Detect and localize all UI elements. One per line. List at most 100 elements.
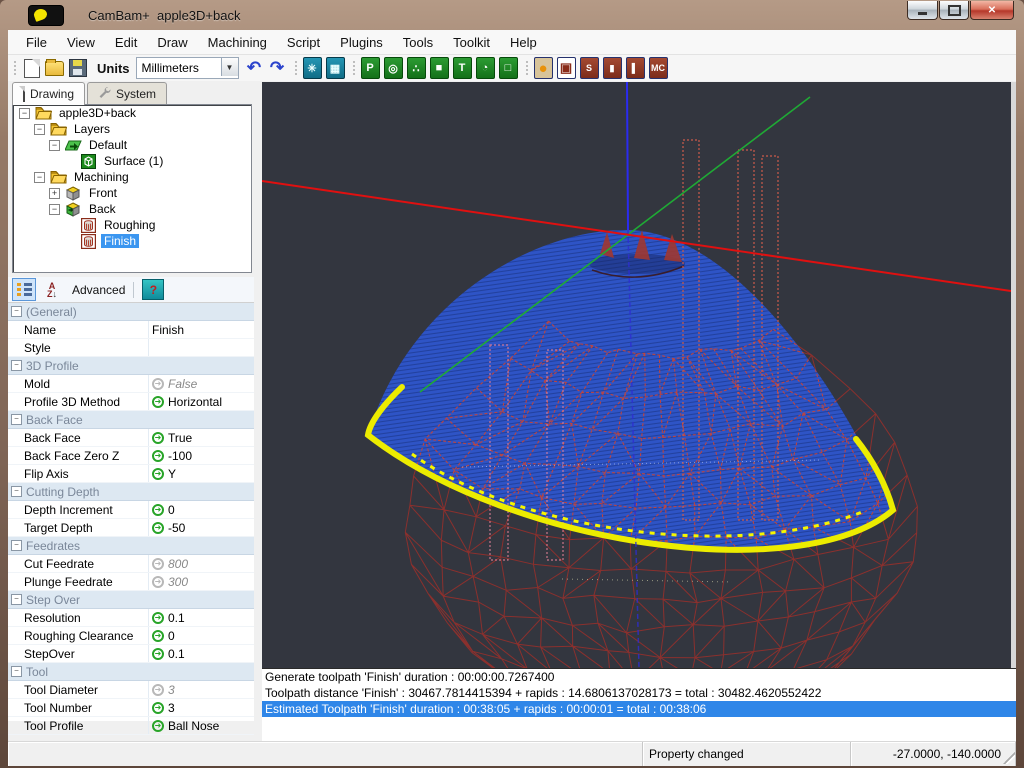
menu-item-draw[interactable]: Draw (147, 32, 197, 53)
collapse-icon[interactable]: − (11, 360, 22, 371)
property-category-3d-profile[interactable]: −3D Profile (8, 357, 254, 375)
property-value-cell[interactable]: Finish (148, 321, 254, 338)
draw-rectangle-button[interactable]: ■ (429, 58, 450, 79)
draw-pointlist-button[interactable]: ∴ (406, 58, 427, 79)
expander-minus-icon[interactable]: − (34, 172, 45, 183)
close-button[interactable]: ✕ (970, 1, 1014, 20)
property-row-back-face[interactable]: Back Face➜True (8, 429, 254, 447)
property-value-cell[interactable]: ➜300 (148, 573, 254, 590)
toolbar-grip[interactable] (351, 59, 356, 77)
menu-item-plugins[interactable]: Plugins (330, 32, 393, 53)
collapse-icon[interactable]: − (11, 306, 22, 317)
tree-item-apple3d-back[interactable]: −apple3D+back (13, 105, 251, 121)
property-value-cell[interactable]: ➜0.1 (148, 609, 254, 626)
property-value-cell[interactable]: ➜800 (148, 555, 254, 572)
toggle-grid-button[interactable]: ▦ (325, 58, 346, 79)
property-row-stepover[interactable]: StepOver➜0.1 (8, 645, 254, 663)
property-value-cell[interactable]: ➜False (148, 375, 254, 392)
collapse-icon[interactable]: − (11, 486, 22, 497)
mop-script-button[interactable]: MC (648, 58, 669, 79)
open-file-button[interactable] (44, 58, 65, 79)
property-category-cutting-depth[interactable]: −Cutting Depth (8, 483, 254, 501)
alphabetical-sort-button[interactable]: AZ↓ (40, 278, 64, 301)
tab-system[interactable]: System (87, 82, 167, 104)
toggle-axes-button[interactable]: ✳ (302, 58, 323, 79)
expander-minus-icon[interactable]: − (34, 124, 45, 135)
draw-text-button[interactable]: T (452, 58, 473, 79)
property-value-cell[interactable]: ➜0 (148, 627, 254, 644)
menu-item-tools[interactable]: Tools (393, 32, 443, 53)
new-file-button[interactable] (21, 58, 42, 79)
maximize-button[interactable] (939, 1, 969, 20)
property-value-cell[interactable]: ➜3 (148, 681, 254, 698)
property-value-cell[interactable]: ➜-100 (148, 447, 254, 464)
menu-item-edit[interactable]: Edit (105, 32, 147, 53)
property-row-back-face-zero-z[interactable]: Back Face Zero Z➜-100 (8, 447, 254, 465)
categorized-view-button[interactable] (12, 278, 36, 301)
property-row-tool-number[interactable]: Tool Number➜3 (8, 699, 254, 717)
menu-item-file[interactable]: File (16, 32, 57, 53)
tab-drawing[interactable]: Drawing (12, 82, 85, 105)
property-row-resolution[interactable]: Resolution➜0.1 (8, 609, 254, 627)
mop-pocket-button[interactable]: ▣ (556, 58, 577, 79)
draw-circle-button[interactable]: ◎ (383, 58, 404, 79)
tree-item-roughing[interactable]: Roughing (13, 217, 251, 233)
property-value-cell[interactable]: ➜0 (148, 501, 254, 518)
property-value-cell[interactable] (148, 339, 254, 356)
property-value-cell[interactable]: ➜-50 (148, 519, 254, 536)
expander-minus-icon[interactable]: − (49, 140, 60, 151)
property-row-flip-axis[interactable]: Flip Axis➜Y (8, 465, 254, 483)
property-value-cell[interactable]: ➜3 (148, 699, 254, 716)
property-row-depth-increment[interactable]: Depth Increment➜0 (8, 501, 254, 519)
property-row-profile-3d-method[interactable]: Profile 3D Method➜Horizontal (8, 393, 254, 411)
property-category--general-[interactable]: −(General) (8, 303, 254, 321)
property-row-cut-feedrate[interactable]: Cut Feedrate➜800 (8, 555, 254, 573)
property-row-mold[interactable]: Mold➜False (8, 375, 254, 393)
property-row-tool-diameter[interactable]: Tool Diameter➜3 (8, 681, 254, 699)
property-value-cell[interactable]: ➜Horizontal (148, 393, 254, 410)
property-row-roughing-clearance[interactable]: Roughing Clearance➜0 (8, 627, 254, 645)
collapse-icon[interactable]: − (11, 594, 22, 605)
property-row-name[interactable]: NameFinish (8, 321, 254, 339)
undo-button[interactable]: ↶ (244, 58, 265, 79)
property-row-target-depth[interactable]: Target Depth➜-50 (8, 519, 254, 537)
property-category-tool[interactable]: −Tool (8, 663, 254, 681)
menu-item-toolkit[interactable]: Toolkit (443, 32, 500, 53)
tree-item-back[interactable]: −Back (13, 201, 251, 217)
property-row-tool-profile[interactable]: Tool Profile➜Ball Nose (8, 717, 254, 735)
property-category-back-face[interactable]: −Back Face (8, 411, 254, 429)
property-category-feedrates[interactable]: −Feedrates (8, 537, 254, 555)
property-category-step-over[interactable]: −Step Over (8, 591, 254, 609)
collapse-icon[interactable]: − (11, 540, 22, 551)
mop-engrave-button[interactable]: S (579, 58, 600, 79)
collapse-icon[interactable]: − (11, 414, 22, 425)
redo-button[interactable]: ↷ (267, 58, 288, 79)
mop-vcarve-button[interactable]: ▌ (625, 58, 646, 79)
log-line-3[interactable]: Estimated Toolpath 'Finish' duration : 0… (262, 701, 1016, 717)
title-bar[interactable]: CamBam+ apple3D+back ✕ (0, 0, 1024, 30)
property-row-style[interactable]: Style (8, 339, 254, 357)
units-select[interactable]: Millimeters▼ (136, 57, 239, 79)
panel-splitter[interactable] (254, 81, 262, 741)
tree-item-finish[interactable]: Finish (13, 233, 251, 249)
mop-profile-button[interactable]: ● (533, 58, 554, 79)
viewport-canvas[interactable] (262, 82, 1011, 668)
menu-item-machining[interactable]: Machining (198, 32, 277, 53)
property-value-cell[interactable]: ➜Ball Nose (148, 717, 254, 734)
toolbar-grip[interactable] (524, 59, 529, 77)
minimize-button[interactable] (907, 1, 938, 20)
toolbar-grip[interactable] (12, 59, 17, 77)
resize-grip[interactable] (1003, 752, 1015, 764)
property-value-cell[interactable]: ➜Y (148, 465, 254, 482)
expander-plus-icon[interactable]: + (49, 188, 60, 199)
expander-minus-icon[interactable]: − (19, 108, 30, 119)
collapse-icon[interactable]: − (11, 666, 22, 677)
tree-item-surface-1-[interactable]: Surface (1) (13, 153, 251, 169)
mop-drill-button[interactable]: ▮ (602, 58, 623, 79)
draw-surface-button[interactable]: □ (498, 58, 519, 79)
advanced-button[interactable]: Advanced (72, 283, 125, 297)
expander-minus-icon[interactable]: − (49, 204, 60, 215)
tree-item-default[interactable]: −Default (13, 137, 251, 153)
tree-item-machining[interactable]: −Machining (13, 169, 251, 185)
menu-item-view[interactable]: View (57, 32, 105, 53)
